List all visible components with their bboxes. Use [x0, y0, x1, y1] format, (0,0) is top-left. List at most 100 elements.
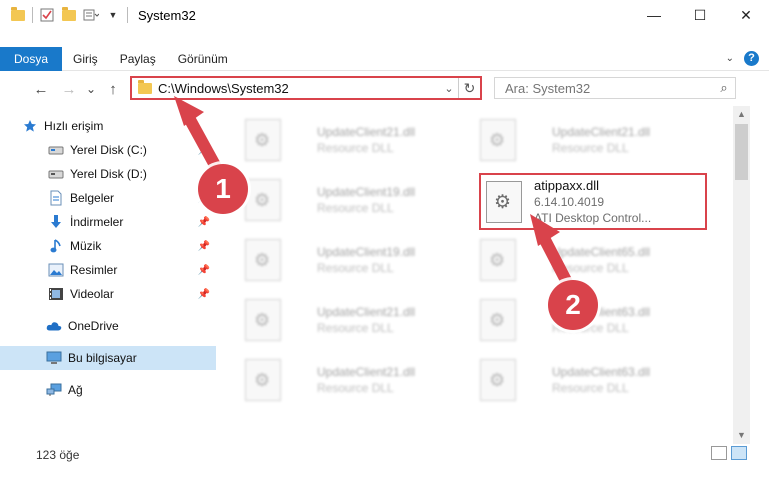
tab-file[interactable]: Dosya	[0, 46, 63, 71]
ribbon-tabs: Dosya Giriş Paylaş Görünüm ⌄ ?	[0, 46, 769, 71]
refresh-button[interactable]: ↻	[458, 78, 480, 98]
folder-icon[interactable]	[10, 6, 26, 23]
pin-icon[interactable]: 📌	[198, 217, 210, 228]
pin-icon[interactable]: 📌	[198, 289, 210, 300]
sidebar-item-label: Resimler	[70, 263, 118, 277]
file-name: UpdateClient21.dll	[317, 305, 416, 319]
sidebar-item-network[interactable]: Ağ	[0, 378, 216, 402]
file-name: UpdateClient21.dll	[552, 125, 651, 139]
sidebar-item-documents[interactable]: Belgeler 📌	[0, 186, 216, 210]
vertical-scrollbar[interactable]: ▲ ▼	[733, 106, 750, 444]
video-icon	[48, 286, 64, 302]
file-item[interactable]: UpdateClient21.dll Resource DLL	[245, 112, 485, 168]
details-view-icon[interactable]	[711, 446, 727, 460]
download-icon	[48, 214, 64, 230]
recent-locations-button[interactable]: ⌄	[80, 82, 102, 96]
dll-file-icon	[480, 119, 516, 161]
tiles-view-icon[interactable]	[731, 446, 747, 460]
file-name: UpdateClient65.dll	[552, 245, 651, 259]
pin-icon[interactable]: 📌	[198, 241, 210, 252]
sidebar-item-pictures[interactable]: Resimler 📌	[0, 258, 216, 282]
file-item[interactable]: UpdateClient21.dll Resource DLL	[480, 112, 720, 168]
drive-icon	[48, 142, 64, 158]
pin-icon[interactable]: 📌	[198, 145, 210, 156]
title-bar: ▼ System32 — ☐ ✕	[0, 0, 769, 30]
file-item[interactable]: UpdateClient19.dll Resource DLL	[245, 232, 485, 288]
new-folder-icon[interactable]	[61, 6, 77, 23]
address-bar[interactable]: C:\Windows\System32 ⌄ ↻	[130, 76, 482, 100]
forward-button[interactable]: →	[58, 81, 80, 98]
dll-file-icon	[480, 299, 516, 341]
chevron-down-icon[interactable]: ⌄	[440, 82, 458, 95]
sidebar-item-drive-c[interactable]: Yerel Disk (C:) 📌	[0, 138, 216, 162]
file-type: Resource DLL	[317, 321, 394, 335]
file-type: Resource DLL	[317, 381, 394, 395]
sidebar-item-drive-d[interactable]: Yerel Disk (D:)	[0, 162, 216, 186]
back-button[interactable]: ←	[30, 81, 52, 98]
file-item[interactable]: UpdateClient21.dll Resource DLL	[245, 352, 485, 408]
file-item[interactable]: UpdateClient65.dll Resource DLL	[480, 232, 720, 288]
properties-icon[interactable]	[39, 7, 55, 23]
file-type: Resource DLL	[317, 141, 394, 155]
maximize-button[interactable]: ☐	[677, 0, 723, 30]
minimize-button[interactable]: —	[631, 0, 677, 30]
scrollbar-thumb[interactable]	[735, 124, 748, 180]
file-name: UpdateClient21.dll	[317, 125, 416, 139]
dll-file-icon	[245, 119, 281, 161]
star-icon	[22, 118, 38, 134]
tab-view[interactable]: Görünüm	[167, 47, 239, 71]
address-path[interactable]: C:\Windows\System32	[158, 81, 440, 96]
file-item[interactable]: UpdateClient63.dllResource DLL	[480, 352, 720, 408]
window-controls: — ☐ ✕	[631, 0, 769, 30]
sidebar-item-videos[interactable]: Videolar 📌	[0, 282, 216, 306]
sidebar-item-label: Hızlı erişim	[44, 119, 104, 133]
help-icon[interactable]: ?	[744, 51, 759, 66]
dll-file-icon	[245, 179, 281, 221]
file-type: Resource DLL	[552, 141, 629, 155]
file-item[interactable]: UpdateClient63.dllResource DLL	[480, 292, 720, 348]
sidebar-item-quick-access[interactable]: Hızlı erişim	[0, 114, 216, 138]
sidebar-item-onedrive[interactable]: OneDrive	[0, 314, 216, 338]
chevron-down-icon[interactable]: ▼	[105, 7, 121, 23]
window-title: System32	[138, 7, 196, 23]
divider	[127, 7, 128, 23]
file-item[interactable]: UpdateClient21.dll Resource DLL	[245, 292, 485, 348]
search-input[interactable]	[505, 80, 713, 96]
sidebar-item-label: Ağ	[68, 383, 83, 397]
sidebar-item-label: Videolar	[70, 287, 114, 301]
search-box[interactable]: ⌕	[494, 77, 736, 99]
sidebar-item-this-pc[interactable]: Bu bilgisayar	[0, 346, 216, 370]
customize-toolbar-icon[interactable]	[83, 7, 99, 23]
file-name: UpdateClient19.dll	[317, 185, 416, 199]
quick-access-toolbar: ▼	[0, 6, 128, 23]
tab-home[interactable]: Giriş	[62, 47, 109, 71]
dll-file-icon	[245, 299, 281, 341]
sidebar-item-downloads[interactable]: İndirmeler 📌	[0, 210, 216, 234]
sidebar-item-music[interactable]: Müzik 📌	[0, 234, 216, 258]
tab-share[interactable]: Paylaş	[109, 47, 167, 71]
search-icon[interactable]: ⌕	[713, 80, 735, 96]
ribbon-right: ⌄ ?	[726, 51, 759, 66]
cloud-icon	[46, 318, 62, 334]
file-type: Resource DLL	[317, 261, 394, 275]
document-icon	[48, 190, 64, 206]
computer-icon	[46, 350, 62, 366]
close-button[interactable]: ✕	[723, 0, 769, 30]
step-badge-1: 1	[198, 164, 248, 214]
file-item[interactable]: UpdateClient19.dll Resource DLL	[245, 172, 485, 228]
sidebar-item-label: Yerel Disk (C:)	[70, 143, 147, 157]
pin-icon[interactable]: 📌	[198, 265, 210, 276]
highlighted-file-item[interactable]: atippaxx.dll 6.14.10.4019 ATI Desktop Co…	[479, 173, 707, 230]
expand-ribbon-icon[interactable]: ⌄	[726, 53, 734, 64]
file-description: ATI Desktop Control...	[534, 210, 652, 225]
folder-icon	[138, 79, 152, 94]
scroll-up-icon[interactable]: ▲	[733, 106, 750, 123]
file-name: atippaxx.dll	[534, 177, 600, 193]
up-button[interactable]: ↑	[102, 81, 124, 98]
dll-file-icon	[245, 359, 281, 401]
scroll-down-icon[interactable]: ▼	[733, 427, 750, 444]
sidebar-item-label: İndirmeler	[70, 215, 124, 229]
sidebar-item-label: Belgeler	[70, 191, 115, 205]
file-type: Resource DLL	[552, 261, 629, 275]
drive-icon	[48, 166, 64, 182]
